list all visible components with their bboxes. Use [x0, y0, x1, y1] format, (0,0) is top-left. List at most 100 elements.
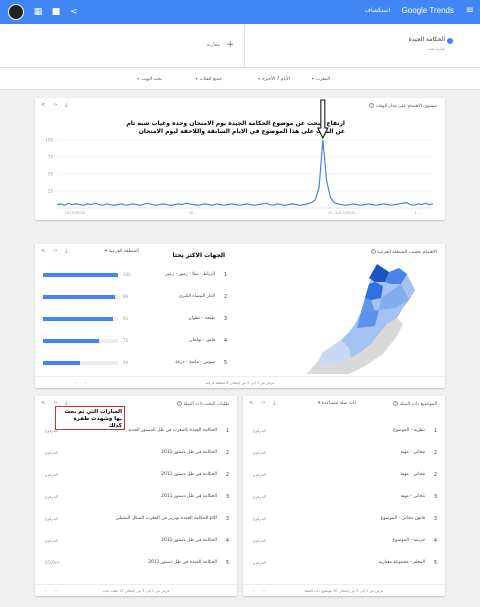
next-page-icon[interactable]: ›	[55, 585, 57, 597]
row-name: مجاني - مهنة	[400, 472, 425, 477]
apps-grid-icon[interactable]: ▦	[32, 6, 44, 18]
row-rank: 2	[225, 472, 229, 478]
row-value: 650%+	[45, 560, 60, 565]
feedback-icon[interactable]: ■	[50, 6, 62, 18]
table-row[interactable]: المرفوع مجاني - مهنة 2	[243, 442, 445, 464]
table-row[interactable]: المرفوع الحكامة في ظل دستور 2011 2	[35, 464, 237, 486]
row-value: المرفوع	[45, 428, 59, 433]
table-row[interactable]: المرفوع الحكامة في ظل دستور 2011 2	[35, 442, 237, 464]
prev-page-icon[interactable]: ‹	[75, 377, 77, 389]
download-icon[interactable]: ⤓	[65, 248, 67, 254]
region-name: فاس - بولمان	[189, 338, 215, 343]
y-tick-label: 100	[45, 138, 53, 143]
queries-list: المرفوع الحكامة الجيدة بالمغرب في ظل الد…	[35, 420, 237, 580]
row-value: المرفوع	[45, 472, 59, 477]
table-row[interactable]: المرفوع الحكامة الجيدة بوبريز في المغرب …	[35, 508, 237, 530]
table-row[interactable]: المرفوع الحكامة في ظل دستور 2011 4	[35, 530, 237, 552]
row-name: مجاني - مهنة	[400, 450, 425, 455]
row-name: قانون مجاني - الموضوع	[380, 516, 425, 521]
row-name: الحكامة في ظل دستور 2011	[161, 450, 217, 455]
region-row[interactable]: 100 الرباط - سلا - زمور - زعير 1	[35, 264, 235, 286]
add-comparison-button[interactable]: + مقارنة	[35, 24, 245, 68]
card-footer: ‹ › عرض من 1 إلى 5 من إجمالي 8 منطقة فرع…	[35, 376, 445, 388]
row-value: المرفوع	[253, 428, 267, 433]
region-row[interactable]: 49 سوس - ماسة - درعة 5	[35, 352, 235, 374]
prev-page-icon[interactable]: ‹	[253, 585, 255, 597]
region-name: الرباط - سلا - زمور - زعير	[165, 272, 215, 277]
table-row[interactable]: المرفوع مجاني - مهنة 3	[243, 486, 445, 508]
share-icon[interactable]: <	[41, 248, 45, 254]
prev-page-icon[interactable]: ‹	[45, 585, 47, 597]
table-row[interactable]: المرفوع المعلم - مجموعة معيارية 5	[243, 552, 445, 574]
x-tick-label: 1 ...	[414, 211, 421, 215]
region-bar	[43, 361, 80, 365]
row-rank: 2	[225, 450, 229, 456]
interest-by-region-card: < ‹› ⤓ ▾ المنطقة الفرعية ? الاهتمام بحسب ا…	[35, 244, 445, 388]
time-filter[interactable]: ▾ الأيام 7 الأخيرة	[258, 76, 290, 82]
region-bar-track	[43, 295, 118, 299]
table-row[interactable]: المرفوع قانون مجاني - الموضوع 3	[243, 508, 445, 530]
row-rank: 3	[433, 494, 437, 500]
help-icon[interactable]: ?	[370, 249, 376, 254]
topics-rising-select[interactable]: ▾ ذات صلة متصاعدة	[318, 401, 356, 406]
region-bar-track	[43, 273, 118, 277]
filters-bar: ▾ المغرب ▾ الأيام 7 الأخيرة ▾ جميع الفئات ▾…	[0, 68, 480, 90]
region-value: 49	[123, 360, 129, 365]
help-icon[interactable]: ?	[393, 401, 399, 406]
table-row[interactable]: المرفوع نظرية - الموضوع 1	[243, 420, 445, 442]
next-page-icon[interactable]: ›	[85, 377, 87, 389]
category-filter[interactable]: ▾ جميع الفئات	[196, 76, 222, 82]
x-tick-label: 2017/05/28 ...	[65, 211, 90, 215]
region-bar	[43, 273, 118, 277]
row-value: المرفوع	[45, 494, 59, 499]
region-bar	[43, 317, 113, 321]
map-region[interactable]	[369, 264, 389, 282]
row-rank: 2	[433, 450, 437, 456]
help-icon[interactable]: ?	[177, 401, 182, 406]
share-icon[interactable]: <	[249, 400, 253, 406]
table-row[interactable]: المرفوع الحكامة الجيدة بالمغرب في ظل الد…	[35, 420, 237, 442]
search-term-type: عبارة بحث	[427, 46, 445, 51]
card-title: ? المواضيع ذات الصلة	[393, 401, 437, 407]
region-level-select[interactable]: ▾ المنطقة الفرعية	[105, 249, 139, 254]
table-row[interactable]: المرفوع مجاني - مهنة 2	[243, 464, 445, 486]
google-trends-logo[interactable]: Google Trends	[402, 6, 454, 15]
embed-icon[interactable]: ‹›	[261, 400, 265, 406]
region-bar-track	[43, 317, 118, 321]
related-topics-card: < ‹› ⤓ ▾ ذات صلة متصاعدة ? المواضيع ذات ال…	[243, 396, 445, 596]
share-icon[interactable]: <	[41, 400, 45, 406]
row-value: المرفوع	[45, 450, 59, 455]
table-row[interactable]: 650%+ الحكامة الجيدة في ظل دستور 2011 5	[35, 552, 237, 574]
next-page-icon[interactable]: ›	[263, 585, 265, 597]
row-rank: 3	[225, 494, 229, 500]
region-bar-track	[43, 361, 118, 365]
topics-list: المرفوع نظرية - الموضوع 1 المرفوع مجاني …	[243, 420, 445, 580]
row-rank: 4	[225, 538, 229, 544]
country-filter[interactable]: ▾ المغرب	[312, 76, 330, 82]
plus-icon: +	[226, 40, 234, 50]
region-row[interactable]: 75 فاس - بولمان 4	[35, 330, 235, 352]
row-rank: 5	[225, 560, 229, 566]
row-value: المرفوع	[45, 516, 59, 521]
download-icon[interactable]: ⤓	[273, 400, 275, 406]
table-row[interactable]: المرفوع حريمة - الموضوع 4	[243, 530, 445, 552]
chevron-down-icon: ▾	[137, 76, 140, 81]
term-color-dot	[447, 38, 453, 44]
region-name: سوس - ماسة - درعة	[175, 360, 215, 365]
row-name: الحكامة الجيدة بوبريز في المغرب الشكل ال…	[115, 516, 217, 521]
trend-series-line[interactable]	[56, 139, 434, 206]
region-bar-track	[43, 339, 118, 343]
table-row[interactable]: المرفوع الحكامة في ظل دستور 2011 3	[35, 486, 237, 508]
share-icon[interactable]: <	[68, 6, 80, 18]
embed-icon[interactable]: ‹›	[53, 248, 57, 254]
menu-icon[interactable]: ≡	[466, 5, 474, 16]
search-type-filter[interactable]: ▾ بحث الويب	[137, 76, 162, 82]
chevron-down-icon: ▾	[195, 76, 198, 81]
region-row[interactable]: 96 الدار البيضاء الكبرى 2	[35, 286, 235, 308]
map-region[interactable]	[365, 282, 383, 300]
annotation-text: الجهات الاكثر بحثا	[172, 252, 225, 259]
card-title: ? طلبات البحث ذات الصلة	[177, 401, 229, 407]
search-term-chip[interactable]: الحكامة الجيدة عبارة بحث	[409, 36, 453, 51]
region-row[interactable]: 93 طنجة - تطوان 3	[35, 308, 235, 330]
avatar[interactable]	[8, 4, 24, 20]
